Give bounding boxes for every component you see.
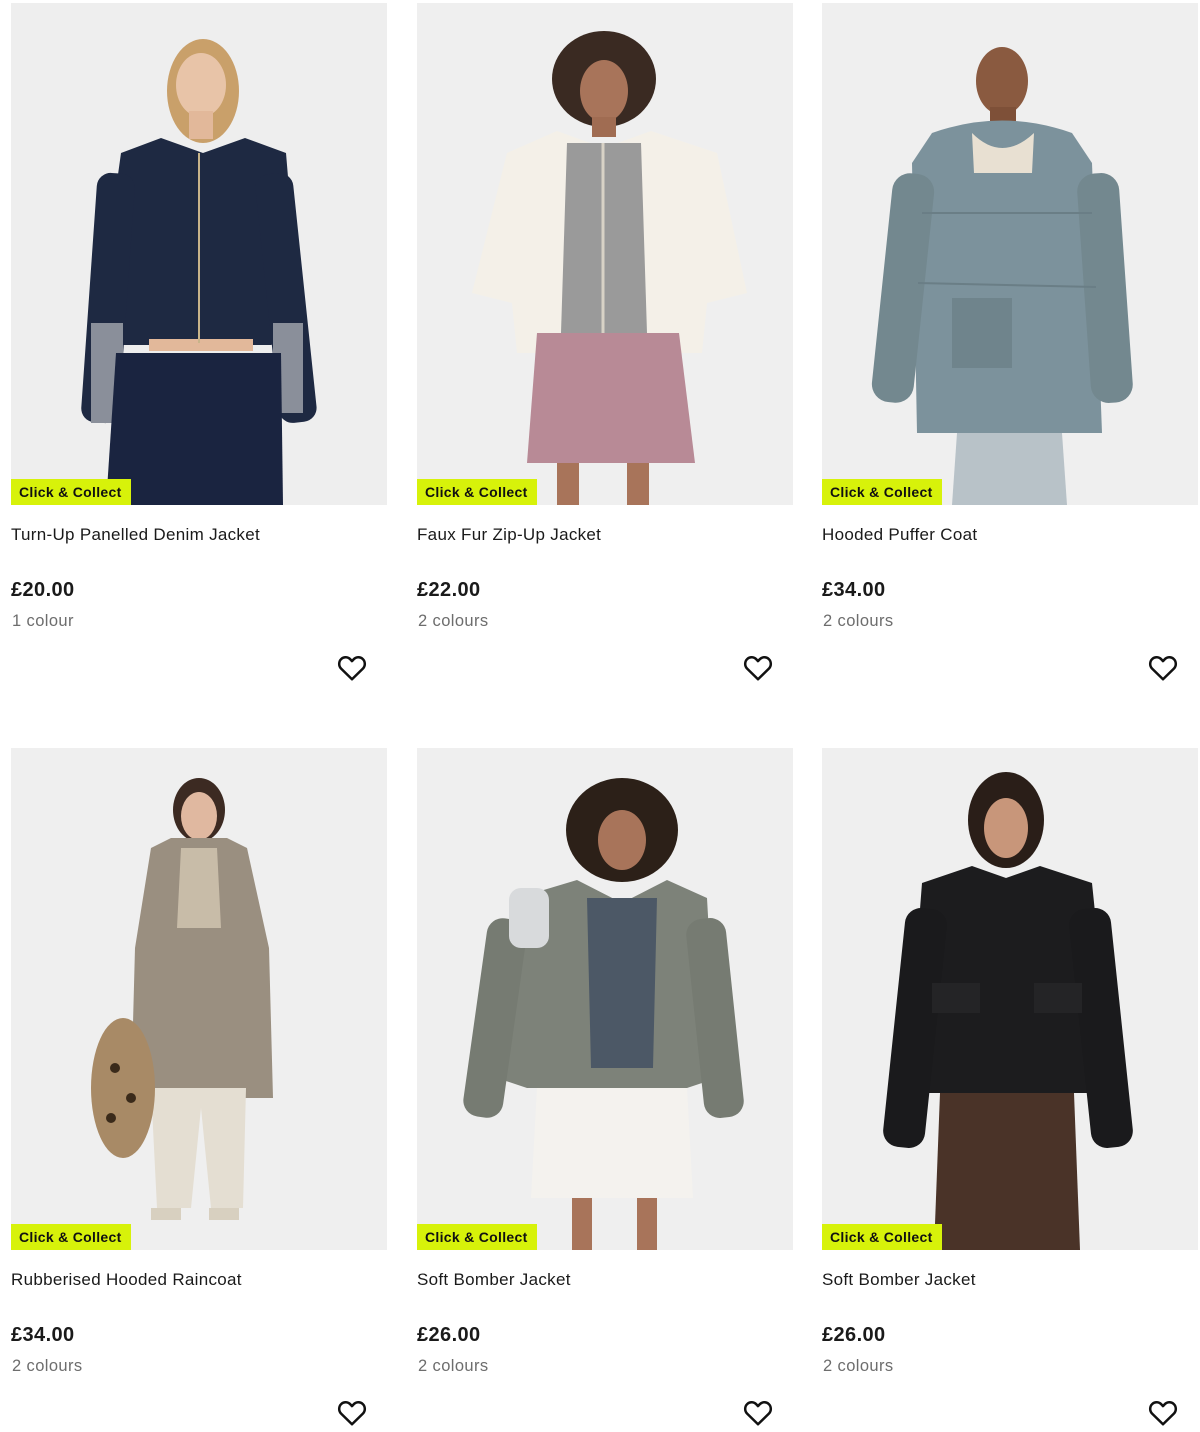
puffer-coat-model-image <box>822 3 1198 505</box>
product-price: £22.00 <box>417 579 481 601</box>
product-price: £26.00 <box>822 1324 886 1346</box>
product-colours: 2 colours <box>823 612 894 630</box>
faux-fur-jacket-model-image <box>417 3 793 505</box>
product-colours: 1 colour <box>12 612 74 630</box>
product-card[interactable]: Click & Collect Hooded Puffer Coat £34.0… <box>822 3 1198 703</box>
click-collect-badge: Click & Collect <box>11 1224 131 1250</box>
product-title[interactable]: Soft Bomber Jacket <box>417 1270 571 1290</box>
product-card[interactable]: Click & Collect Turn-Up Panelled Denim J… <box>11 3 387 703</box>
denim-jacket-model-image <box>11 3 387 505</box>
product-colours: 2 colours <box>12 1357 83 1375</box>
bomber-jacket-khaki-model-image <box>417 748 793 1250</box>
product-colours: 2 colours <box>823 1357 894 1375</box>
product-card[interactable]: Click & Collect Soft Bomber Jacket £26.0… <box>822 748 1198 1432</box>
product-title[interactable]: Faux Fur Zip-Up Jacket <box>417 525 601 545</box>
product-card[interactable]: Click & Collect Rubberised Hooded Rainco… <box>11 748 387 1432</box>
product-image[interactable]: Click & Collect <box>417 3 793 505</box>
click-collect-badge: Click & Collect <box>417 479 537 505</box>
product-title[interactable]: Soft Bomber Jacket <box>822 1270 976 1290</box>
click-collect-badge: Click & Collect <box>822 1224 942 1250</box>
product-image[interactable]: Click & Collect <box>822 3 1198 505</box>
product-colours: 2 colours <box>418 612 489 630</box>
product-image[interactable]: Click & Collect <box>11 3 387 505</box>
product-colours: 2 colours <box>418 1357 489 1375</box>
product-price: £26.00 <box>417 1324 481 1346</box>
product-image[interactable]: Click & Collect <box>11 748 387 1250</box>
click-collect-badge: Click & Collect <box>11 479 131 505</box>
product-price: £34.00 <box>11 1324 75 1346</box>
wishlist-heart-icon[interactable] <box>1148 653 1178 683</box>
product-title[interactable]: Turn-Up Panelled Denim Jacket <box>11 525 260 545</box>
bomber-jacket-black-model-image <box>822 748 1198 1250</box>
product-title[interactable]: Hooded Puffer Coat <box>822 525 977 545</box>
product-title[interactable]: Rubberised Hooded Raincoat <box>11 1270 242 1290</box>
product-card[interactable]: Click & Collect Faux Fur Zip-Up Jacket £… <box>417 3 793 703</box>
product-image[interactable]: Click & Collect <box>822 748 1198 1250</box>
wishlist-heart-icon[interactable] <box>337 653 367 683</box>
wishlist-heart-icon[interactable] <box>337 1398 367 1428</box>
wishlist-heart-icon[interactable] <box>743 1398 773 1428</box>
product-image[interactable]: Click & Collect <box>417 748 793 1250</box>
product-price: £20.00 <box>11 579 75 601</box>
wishlist-heart-icon[interactable] <box>743 653 773 683</box>
wishlist-heart-icon[interactable] <box>1148 1398 1178 1428</box>
raincoat-model-image <box>11 748 387 1250</box>
click-collect-badge: Click & Collect <box>822 479 942 505</box>
click-collect-badge: Click & Collect <box>417 1224 537 1250</box>
product-price: £34.00 <box>822 579 886 601</box>
product-grid: Click & Collect Turn-Up Panelled Denim J… <box>0 0 1200 1432</box>
product-card[interactable]: Click & Collect Soft Bomber Jacket £26.0… <box>417 748 793 1432</box>
